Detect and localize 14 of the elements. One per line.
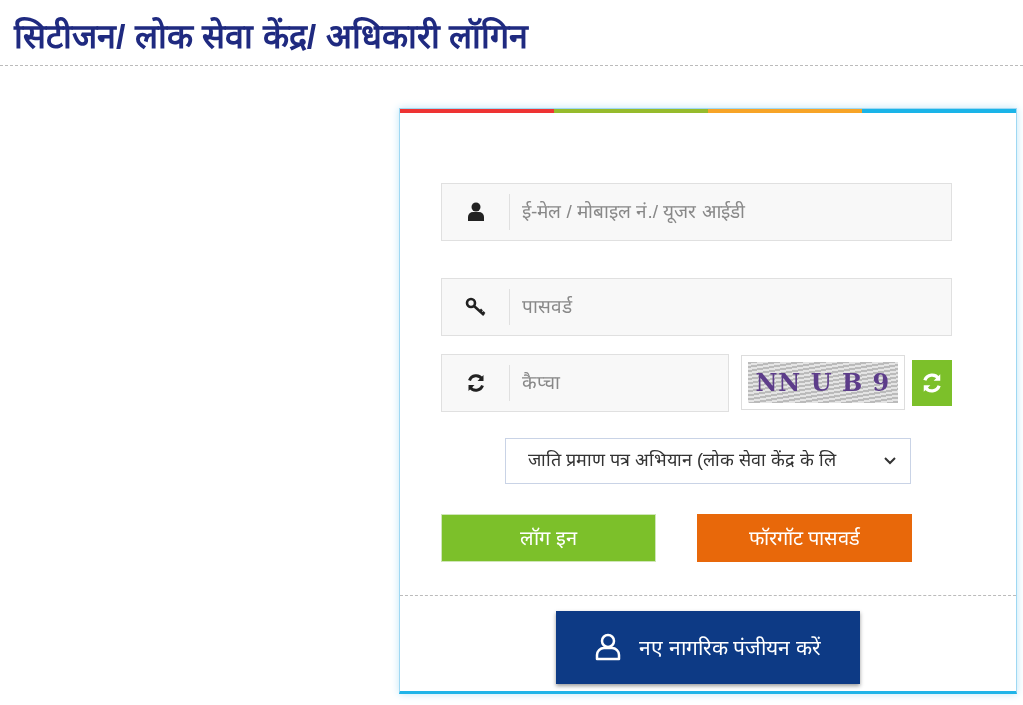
key-icon xyxy=(464,296,487,317)
chevron-down-icon xyxy=(884,456,896,465)
page-heading: सिटीजन/ लोक सेवा केंद्र/ अधिकारी लॉगिन xyxy=(12,16,530,57)
register-button[interactable]: नए नागरिक पंजीयन करें xyxy=(556,610,860,684)
user-icon xyxy=(466,201,485,222)
captcha-field[interactable]: कैप्चा xyxy=(441,353,729,412)
username-field[interactable]: ई-मेल / मोबाइल नं./ यूजर आईडी xyxy=(441,182,952,241)
refresh-icon xyxy=(465,372,486,393)
refresh-icon xyxy=(920,371,943,394)
password-field[interactable]: पासवर्ड xyxy=(441,277,952,336)
refresh-captcha-button[interactable] xyxy=(911,359,952,406)
user-icon xyxy=(594,633,621,662)
captcha-image: NN U B 9 xyxy=(741,355,905,411)
portal-select[interactable]: जाति प्रमाण पत्र अभियान (लोक सेवा केंद्र के लि xyxy=(505,437,911,484)
